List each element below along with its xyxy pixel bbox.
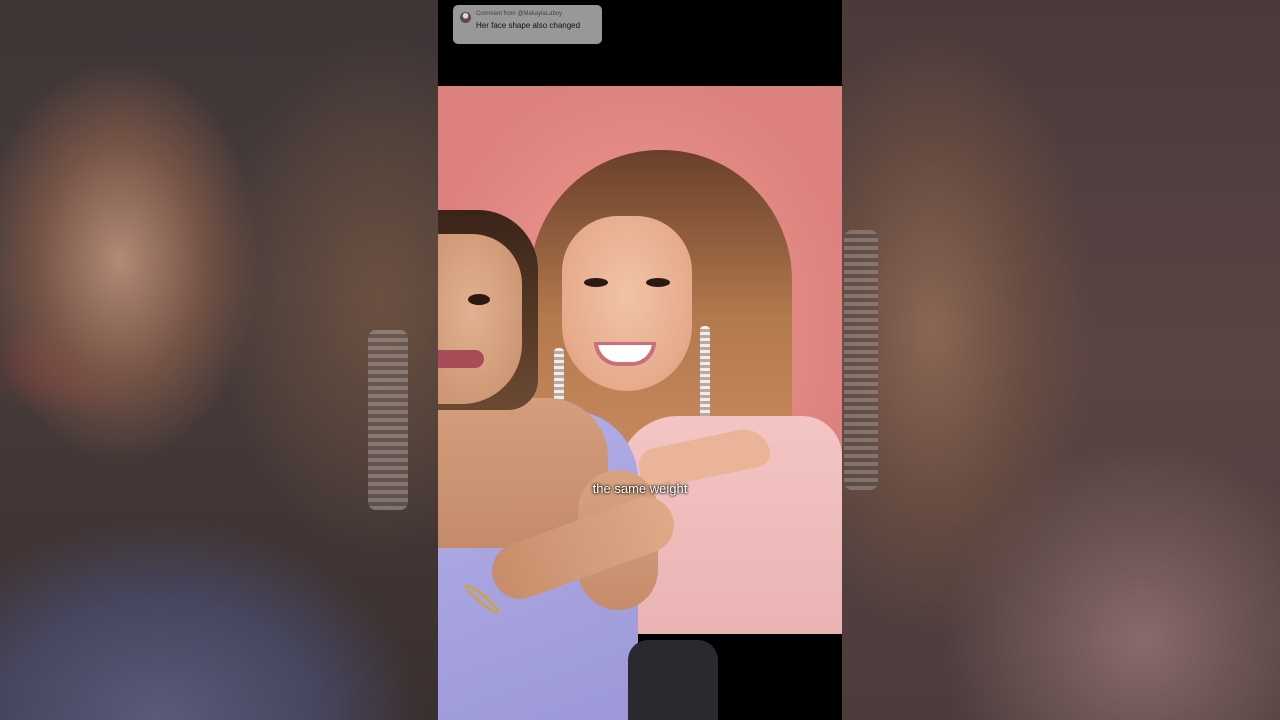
blurred-background-left — [0, 0, 438, 720]
comment-text: Her face shape also changed — [476, 21, 581, 30]
video-frame[interactable] — [438, 0, 842, 720]
creator-face — [438, 234, 522, 404]
blurred-background-right — [842, 0, 1280, 720]
creator-eye — [468, 294, 490, 305]
blurred-shirt — [0, 500, 420, 720]
blurred-earring — [368, 330, 408, 510]
avatar-icon — [460, 12, 471, 23]
photo-eye — [646, 278, 670, 287]
blurred-earring — [844, 230, 878, 490]
comment-reply-bubble[interactable]: Comment from @MakaylaLaboy Her face shap… — [453, 5, 602, 44]
creator-lips — [438, 350, 484, 368]
photo-eye — [584, 278, 608, 287]
comment-author: Comment from @MakaylaLaboy — [476, 11, 563, 17]
creator-pants — [628, 640, 718, 720]
video-caption: the same weight — [592, 481, 688, 496]
